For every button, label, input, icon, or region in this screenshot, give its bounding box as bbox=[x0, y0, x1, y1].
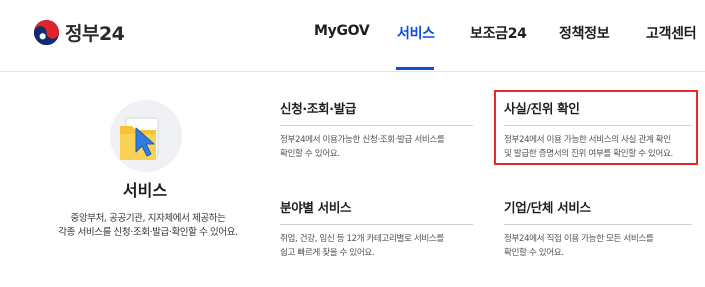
card-desc-line: 취업, 건강, 임신 등 12개 카테고리별로 서비스를 bbox=[280, 234, 444, 244]
nav-mygov[interactable]: MyGOV bbox=[314, 23, 370, 39]
card-desc-line: 확인할 수 있어요. bbox=[504, 247, 564, 258]
folder-cursor-icon bbox=[120, 117, 159, 160]
card-description: 취업, 건강, 임신 등 12개 카테고리별로 서비스를 쉽고 빠르게 찾을 수… bbox=[280, 233, 473, 260]
card-description: 정부24에서 직접 이용 가능한 모든 서비스를 확인할 수 있어요. bbox=[504, 233, 692, 260]
card-desc-line: 확인할 수 있어요. bbox=[280, 148, 340, 159]
highlight-box bbox=[494, 90, 698, 165]
divider bbox=[504, 224, 692, 225]
nav-services[interactable]: 서비스 bbox=[397, 23, 435, 43]
card-description: 정부24에서 이용가능한 신청·조회·발급 서비스를 확인할 수 있어요. bbox=[280, 134, 473, 161]
nav-active-indicator bbox=[396, 67, 434, 70]
card-services-by-category[interactable]: 분야별 서비스 취업, 건강, 임신 등 12개 카테고리별로 서비스를 쉽고 … bbox=[280, 197, 473, 260]
card-title[interactable]: 신청·조회·발급 bbox=[280, 98, 473, 117]
card-desc-line: 쉽고 빠르게 찾을 수 있어요. bbox=[280, 247, 375, 258]
hero-title: 서비스 bbox=[122, 181, 168, 200]
divider bbox=[280, 224, 473, 225]
taegeuk-logo-icon bbox=[33, 19, 60, 46]
card-apply-inquire-issue[interactable]: 신청·조회·발급 정부24에서 이용가능한 신청·조회·발급 서비스를 확인할 … bbox=[280, 98, 473, 161]
nav-customer-center[interactable]: 고객센터 bbox=[646, 23, 697, 43]
hero-desc-line: 중앙부처, 공공기관, 지자체에서 제공하는 bbox=[70, 213, 226, 224]
nav-subsidy24[interactable]: 보조금24 bbox=[470, 23, 527, 43]
card-title[interactable]: 기업/단체 서비스 bbox=[504, 197, 692, 216]
logo[interactable]: 정부24 bbox=[33, 19, 125, 46]
card-title[interactable]: 분야별 서비스 bbox=[280, 197, 473, 216]
card-desc-line: 정부24에서 이용가능한 신청·조회·발급 서비스를 bbox=[280, 135, 445, 145]
hero-description: 중앙부처, 공공기관, 지자체에서 제공하는 각종 서비스를 신청·조회·발급·… bbox=[28, 212, 268, 240]
card-desc-line: 정부24에서 직접 이용 가능한 모든 서비스를 bbox=[504, 234, 654, 244]
card-business-organization[interactable]: 기업/단체 서비스 정부24에서 직접 이용 가능한 모든 서비스를 확인할 수… bbox=[504, 197, 692, 260]
header: 정부24 MyGOV 서비스 보조금24 정책정보 고객센터 bbox=[0, 0, 705, 72]
logo-text: 정부24 bbox=[65, 23, 125, 45]
nav-policy-info[interactable]: 정책정보 bbox=[559, 23, 610, 43]
divider bbox=[280, 125, 473, 126]
hero-section: 서비스 중앙부처, 공공기관, 지자체에서 제공하는 각종 서비스를 신청·조회… bbox=[0, 72, 280, 287]
hero-desc-line: 각종 서비스를 신청·조회·발급·확인할 수 있어요. bbox=[58, 227, 238, 238]
